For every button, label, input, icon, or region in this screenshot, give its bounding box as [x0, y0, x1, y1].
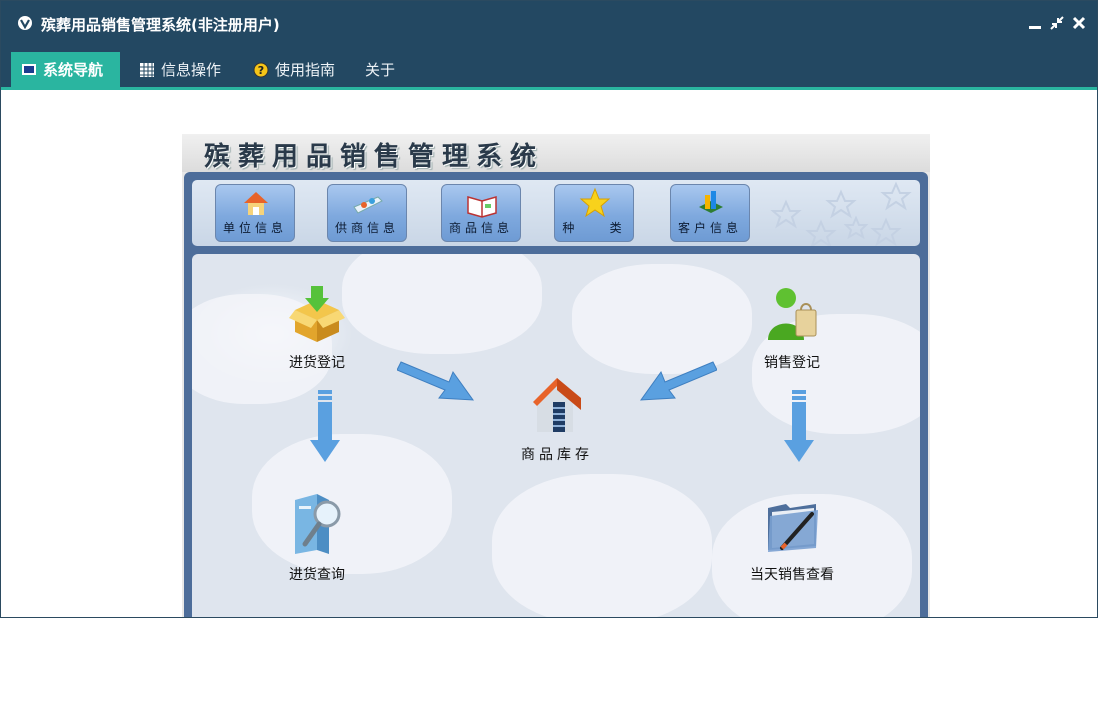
down-arrow-icon: [310, 390, 340, 462]
open-box-icon: [289, 286, 345, 342]
binder-search-icon: [295, 494, 341, 554]
tab-user-guide[interactable]: ? 使用指南: [243, 52, 345, 87]
book-icon: [467, 196, 497, 218]
module-toolbar: 单位信息 供商信息 商品信息 种 类 客户信息: [192, 180, 920, 246]
tab-label: 关于: [365, 61, 396, 79]
toolbar-label: 供商信息: [334, 221, 399, 235]
tab-label: 信息操作: [161, 61, 222, 79]
tab-label: 系统导航: [43, 61, 104, 79]
house-icon: [244, 192, 268, 215]
tab-information-operation[interactable]: 信息操作: [129, 52, 231, 87]
node-label: 销售登记: [764, 355, 820, 371]
category-button[interactable]: 种 类: [554, 184, 634, 242]
node-label: 进货查询: [289, 567, 345, 583]
unit-info-button[interactable]: 单位信息: [215, 184, 295, 242]
node-label: 进货登记: [289, 355, 345, 371]
toolbar-label: 客户信息: [677, 221, 742, 235]
menu-bar: 系统导航 信息操作 ? 使用指南 关于: [1, 45, 1097, 90]
down-arrow-icon: [784, 390, 814, 462]
panel-header: 殡葬用品销售管理系统: [182, 134, 930, 172]
toolbar-label: 种 类: [562, 221, 626, 235]
title-bar: 殡葬用品销售管理系统(非注册用户): [1, 1, 1097, 45]
purchase-query-node[interactable]: 进货查询: [262, 492, 372, 584]
folder-pen-icon: [768, 504, 818, 552]
window-controls: [1027, 14, 1087, 32]
chart-icon: [699, 191, 723, 213]
warehouse-icon: [533, 378, 581, 432]
monitor-icon: [22, 63, 36, 75]
daily-sales-node[interactable]: 当天销售查看: [737, 492, 847, 584]
sales-register-node[interactable]: 销售登记: [737, 284, 847, 372]
panel-frame: 单位信息 供商信息 商品信息 种 类 客户信息 进货登记 销售登记 商品库存 进…: [184, 172, 928, 617]
toolbar-label: 单位信息: [222, 221, 287, 235]
svg-text:?: ?: [258, 64, 264, 77]
app-window: 殡葬用品销售管理系统(非注册用户) 系统导航 信息操作 ? 使用指南 关于 殡葬…: [0, 0, 1098, 618]
minimize-button[interactable]: [1027, 14, 1043, 32]
window-title: 殡葬用品销售管理系统(非注册用户): [41, 16, 280, 34]
restore-button[interactable]: [1049, 14, 1065, 32]
background-stone: [342, 254, 542, 354]
diagonal-arrow-icon: [397, 361, 475, 401]
supplier-info-button[interactable]: 供商信息: [327, 184, 407, 242]
node-label: 商品库存: [521, 447, 593, 463]
help-icon: ?: [253, 62, 269, 77]
star-decoration-icon: [770, 181, 912, 246]
minimize-icon: [1029, 26, 1041, 29]
close-icon: [1072, 16, 1086, 30]
product-info-button[interactable]: 商品信息: [441, 184, 521, 242]
customer-shopping-icon: [768, 288, 817, 340]
grid-icon: [140, 62, 154, 77]
tab-about[interactable]: 关于: [355, 52, 405, 87]
supplier-icon: [353, 196, 383, 214]
panel-title: 殡葬用品销售管理系统: [204, 142, 545, 172]
node-label: 当天销售查看: [750, 567, 834, 583]
tab-label: 使用指南: [275, 61, 336, 79]
app-logo-icon: [18, 16, 32, 30]
diagonal-arrow-icon: [639, 361, 717, 401]
background-stone: [492, 474, 712, 617]
toolbar-label: 商品信息: [448, 221, 513, 235]
customer-info-button[interactable]: 客户信息: [670, 184, 750, 242]
workflow-area: 进货登记 销售登记 商品库存 进货查询 当天销售查看: [192, 254, 920, 617]
main-content: 殡葬用品销售管理系统 单位信息 供商信息 商品信息 种 类 客户信息 进货登记 …: [1, 90, 1097, 617]
system-panel: 殡葬用品销售管理系统 单位信息 供商信息 商品信息 种 类 客户信息 进货登记 …: [182, 134, 930, 617]
tab-system-navigation[interactable]: 系统导航: [11, 52, 120, 87]
purchase-register-node[interactable]: 进货登记: [262, 284, 372, 372]
close-button[interactable]: [1071, 14, 1087, 32]
restore-icon: [1050, 16, 1064, 30]
star-icon: [579, 187, 611, 218]
inventory-node[interactable]: 商品库存: [502, 372, 612, 464]
